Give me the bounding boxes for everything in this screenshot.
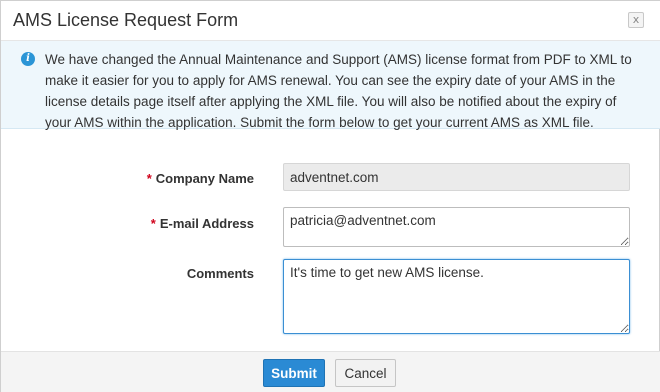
- company-name-field[interactable]: [283, 163, 630, 191]
- info-icon: i: [21, 52, 35, 66]
- email-address-field[interactable]: patricia@adventnet.com: [283, 207, 630, 247]
- email-address-label: * E-mail Address: [150, 216, 254, 231]
- close-button[interactable]: x: [628, 12, 644, 28]
- ams-license-dialog: AMS License Request Form x i We have cha…: [0, 0, 660, 392]
- comments-label: Comments: [186, 266, 254, 281]
- dialog-title: AMS License Request Form: [13, 10, 239, 30]
- cancel-button[interactable]: Cancel: [335, 359, 396, 387]
- info-message: We have changed the Annual Maintenance a…: [45, 52, 632, 130]
- required-marker: *: [150, 216, 156, 231]
- required-marker: *: [146, 171, 152, 186]
- submit-button[interactable]: Submit: [263, 359, 325, 387]
- company-name-label: * Company Name: [146, 171, 254, 186]
- license-request-form: *Company Name *E-mail Address patricia@a…: [1, 129, 660, 351]
- close-icon: x: [632, 13, 640, 26]
- info-banner: i We have changed the Annual Maintenance…: [1, 41, 660, 130]
- dialog-footer: Submit Cancel: [1, 351, 660, 392]
- dialog-titlebar: AMS License Request Form x: [1, 1, 660, 41]
- comments-field[interactable]: It's time to get new AMS license.: [283, 259, 630, 334]
